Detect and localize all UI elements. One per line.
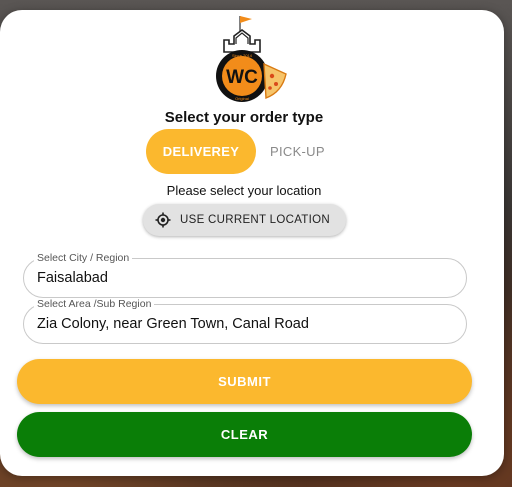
brand-logo: WC Since 2014 Original: [212, 12, 292, 110]
logo-initials: WC: [226, 67, 258, 88]
logo-ring-top: Since 2014: [232, 53, 253, 58]
order-type-toggle: DELIVEREY PICK-UP: [146, 129, 325, 174]
city-field-label: Select City / Region: [34, 252, 133, 264]
city-select-field[interactable]: Select City / Region Faisalabad: [23, 252, 467, 298]
pickup-button[interactable]: PICK-UP: [270, 144, 325, 159]
use-current-location-button[interactable]: USE CURRENT LOCATION: [143, 204, 346, 236]
location-prompt: Please select your location: [166, 183, 322, 198]
delivery-button[interactable]: DELIVEREY: [146, 129, 256, 174]
logo-ring-bottom: Original: [235, 96, 249, 101]
clear-button[interactable]: CLEAR: [17, 412, 472, 457]
area-field-value[interactable]: Zia Colony, near Green Town, Canal Road: [37, 316, 457, 332]
submit-button[interactable]: SUBMIT: [17, 359, 472, 404]
city-field-value[interactable]: Faisalabad: [37, 270, 457, 286]
order-type-title: Select your order type: [164, 109, 324, 126]
order-type-dialog: WC Since 2014 Original Select your order…: [0, 10, 504, 476]
crosshair-icon: [155, 212, 171, 228]
area-select-field[interactable]: Select Area /Sub Region Zia Colony, near…: [23, 298, 467, 344]
area-field-label: Select Area /Sub Region: [34, 298, 155, 310]
use-current-location-label: USE CURRENT LOCATION: [180, 214, 330, 226]
